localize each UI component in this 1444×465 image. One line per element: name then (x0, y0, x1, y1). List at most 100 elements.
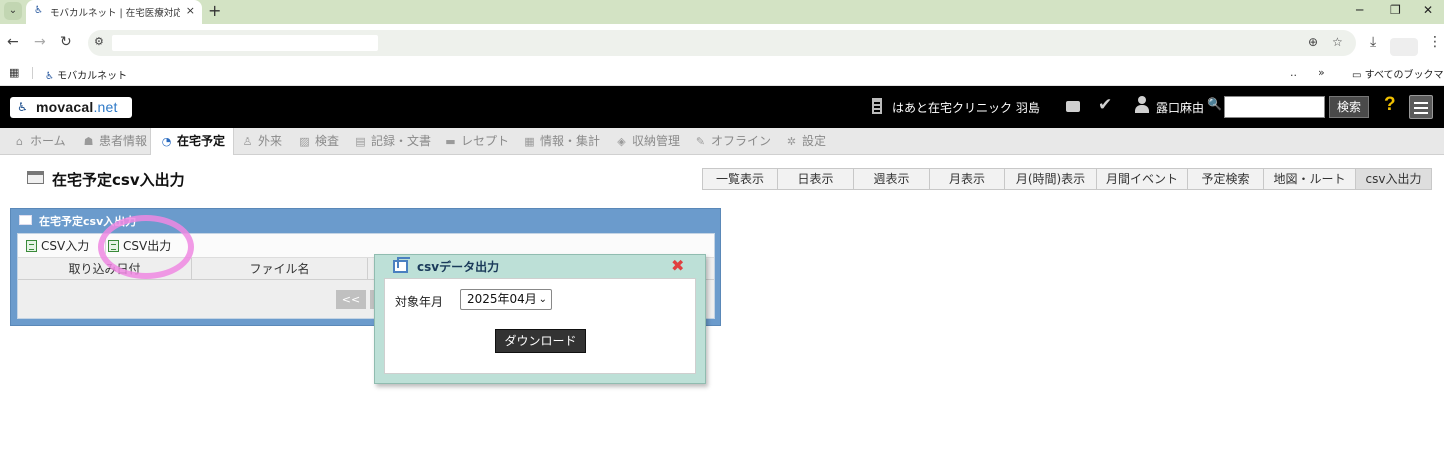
nav-item-label: 在宅予定 (177, 134, 226, 148)
logo-mark-icon: ♿ (17, 100, 28, 114)
target-month-label: 対象年月 (395, 295, 444, 309)
reload-icon[interactable]: ↻ (60, 34, 72, 50)
minimize-icon[interactable]: ─ (1356, 3, 1363, 17)
nav-item-4[interactable]: ▨ 検査 (297, 128, 339, 155)
gear-icon: ✲ (786, 135, 797, 148)
nav-item-6[interactable]: ▬ レセプト (443, 128, 509, 155)
search-button[interactable]: 検索 (1329, 96, 1369, 118)
nav-item-label: 情報・集計 (540, 134, 601, 148)
search-input[interactable] (1224, 96, 1325, 118)
user-name[interactable]: 露口麻由 (1156, 99, 1204, 116)
url-text (112, 35, 378, 51)
view-tab-2[interactable]: 週表示 (854, 169, 930, 189)
bookmark-favicon-icon: ♿ (45, 71, 54, 82)
view-tab-0[interactable]: 一覧表示 (703, 169, 778, 189)
view-tab-7[interactable]: 地図・ルート (1264, 169, 1356, 189)
view-tab-6[interactable]: 予定検索 (1188, 169, 1264, 189)
bookmark-movacal[interactable]: ♿ モバカルネット (45, 67, 127, 82)
nav-item-label: 設定 (802, 134, 827, 148)
download-button[interactable]: ダウンロード (495, 329, 586, 353)
chevron-down-icon: ⌄ (538, 294, 547, 305)
page-title: 在宅予定csv入出力 (52, 171, 185, 189)
dialog-close-icon[interactable]: ✖ (671, 257, 684, 275)
chart-icon: ▨ (299, 135, 310, 148)
home-icon: ⌂ (16, 135, 23, 148)
logo-text: movacal.net (36, 99, 118, 115)
zoom-icon[interactable]: ⊕ (1308, 35, 1318, 49)
user-icon (1134, 96, 1150, 114)
view-tab-3[interactable]: 月表示 (930, 169, 1005, 189)
tab-close-icon[interactable]: × (186, 4, 195, 17)
view-tab-8[interactable]: csv入出力 (1356, 169, 1431, 189)
pager-prev-button[interactable]: << (336, 290, 366, 309)
browser-tabstrip: ⌄ ♿ モバカルネット | 在宅医療対応電子 × + ─ ❐ ✕ (0, 0, 1444, 24)
checkmark-icon[interactable]: ✔ (1098, 95, 1112, 115)
nav-item-10[interactable]: ✲ 設定 (784, 128, 826, 155)
profile-avatar[interactable] (1390, 38, 1418, 56)
all-bookmarks-folder[interactable]: ▭ すべてのブックマーク (1352, 66, 1444, 81)
page-title-icon (27, 171, 44, 184)
browser-toolbar: ← → ↻ ⚙ ⊕ ☆ ⤓ ⋮ (0, 24, 1444, 62)
bookmarks-bar: ▦ ♿ モバカルネット .. » ▭ すべてのブックマーク (0, 62, 1444, 86)
nav-item-label: 収納管理 (632, 134, 681, 148)
window-close-icon[interactable]: ✕ (1423, 3, 1433, 17)
view-tab-5[interactable]: 月間イベント (1097, 169, 1188, 189)
panel-window-icon (19, 215, 32, 225)
dialog-title: csvデータ出力 (417, 260, 500, 274)
forward-icon[interactable]: → (34, 34, 46, 50)
patient-icon: ☗ (83, 135, 94, 148)
nav-item-label: 検査 (315, 134, 340, 148)
dialog-body: 対象年月 2025年04月 ⌄ ダウンロード (384, 278, 696, 374)
tag-icon: ◈ (617, 135, 626, 148)
document-icon: ▤ (355, 135, 366, 148)
apps-grid-icon[interactable]: ▦ (9, 66, 19, 79)
nav-item-2[interactable]: ◔ 在宅予定 (150, 128, 235, 155)
stats-icon: ▦ (524, 135, 535, 148)
nav-item-label: レセプト (461, 134, 510, 148)
tab-title: モバカルネット | 在宅医療対応電子 (50, 8, 180, 19)
bookmark-divider (32, 67, 33, 79)
nav-item-label: オフライン (711, 134, 772, 148)
folder-icon: ▭ (1352, 70, 1362, 81)
movacal-logo[interactable]: ♿ movacal.net (10, 97, 132, 118)
bookmark-overflow-icon[interactable]: » (1318, 66, 1325, 79)
nav-item-label: 記録・文書 (371, 134, 432, 148)
nav-item-0[interactable]: ⌂ ホーム (12, 128, 66, 155)
csv-import-button[interactable]: CSV入力 (26, 237, 89, 255)
site-info-icon[interactable]: ⚙ (94, 35, 104, 48)
main-nav: ⌂ ホーム ☗ 患者情報 ◔ 在宅予定 ♙ 外来 ▨ 検査 ▤ 記録・文書 ▬ レセプト ▦ 情報・集計 ◈ 収納… (0, 128, 1444, 155)
target-month-select[interactable]: 2025年04月 ⌄ (460, 289, 552, 310)
column-file-name[interactable]: ファイル名 (192, 258, 368, 280)
nav-item-label: ホーム (30, 134, 66, 148)
address-bar[interactable]: ⚙ ⊕ ☆ (88, 30, 1356, 56)
bookmark-star-icon[interactable]: ☆ (1332, 35, 1343, 49)
download-icon[interactable]: ⤓ (1370, 34, 1376, 50)
nav-item-8[interactable]: ◈ 収納管理 (614, 128, 680, 155)
csv-import-label: CSV入力 (41, 239, 90, 253)
csv-export-dialog: csvデータ出力 ✖ 対象年月 2025年04月 ⌄ ダウンロード (374, 254, 706, 384)
nav-item-9[interactable]: ✎ オフライン (693, 128, 771, 155)
help-icon[interactable]: ? (1384, 94, 1396, 116)
all-bookmarks-label: すべてのブックマーク (1364, 70, 1444, 81)
view-tab-1[interactable]: 日表示 (778, 169, 854, 189)
tab-search-icon[interactable]: ⌄ (4, 2, 22, 20)
nav-item-7[interactable]: ▦ 情報・集計 (522, 128, 600, 155)
hamburger-menu-icon[interactable] (1409, 95, 1433, 119)
bookmark-dots: .. (1290, 66, 1297, 79)
chat-icon[interactable] (1066, 101, 1080, 112)
view-tab-4[interactable]: 月(時間)表示 (1005, 169, 1097, 189)
back-icon[interactable]: ← (7, 34, 19, 50)
favicon-icon: ♿ (34, 5, 43, 16)
nav-item-label: 患者情報 (99, 134, 148, 148)
building-icon (872, 98, 882, 114)
plug-icon: ✎ (695, 135, 706, 148)
new-tab-icon[interactable]: + (208, 1, 221, 20)
view-tabs: 一覧表示 日表示 週表示 月表示 月(時間)表示 月間イベント 予定検索 地図・ルート csv入… (702, 168, 1432, 190)
browser-menu-icon[interactable]: ⋮ (1428, 34, 1442, 50)
nav-item-1[interactable]: ☗ 患者情報 (81, 128, 147, 155)
nav-item-5[interactable]: ▤ 記録・文書 (353, 128, 431, 155)
bookmark-label: モバカルネット (57, 71, 128, 82)
nav-item-3[interactable]: ♙ 外来 (240, 128, 282, 155)
browser-tab[interactable]: ♿ モバカルネット | 在宅医療対応電子 × (26, 0, 202, 24)
maximize-icon[interactable]: ❐ (1390, 3, 1401, 17)
